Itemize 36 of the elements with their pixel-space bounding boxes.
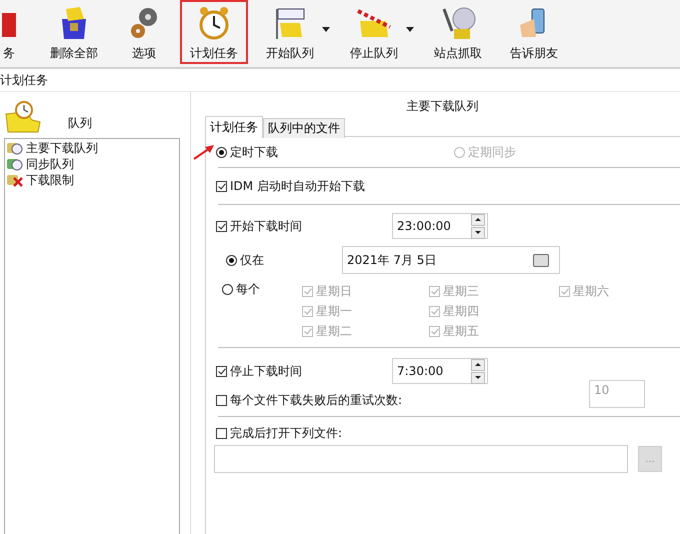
calendar-dropdown-icon[interactable] <box>533 254 549 266</box>
radio-button[interactable]: 每个 <box>222 281 260 298</box>
queue-title: 主要下载队列 <box>406 98 480 115</box>
queue-item[interactable]: 同步队列 <box>7 156 177 172</box>
globe-icon <box>440 5 476 41</box>
toolbar-button[interactable]: 删除全部 <box>40 0 108 64</box>
toolbar-button[interactable]: 计划任务 <box>180 0 248 64</box>
queue-item[interactable]: 下载限制 <box>7 172 177 188</box>
radio-button[interactable]: 定时下载 <box>216 144 278 160</box>
toolbar-button[interactable]: 停止队列 <box>340 0 408 64</box>
toolbar-button[interactable]: 告诉朋友 <box>500 0 568 64</box>
checkbox[interactable]: 停止下载时间 <box>216 362 392 380</box>
queues-title: 队列 <box>68 115 92 132</box>
checkbox[interactable]: 开始下载时间 <box>216 218 392 234</box>
queue-item[interactable]: 主要下载队列 <box>7 140 177 156</box>
date-field[interactable]: 2021年 7月 5日 <box>342 246 560 274</box>
annotation-arrow <box>193 144 215 160</box>
page-title: 计划任务 <box>0 69 680 92</box>
checkbox[interactable]: IDM 启动时自动开始下载 <box>216 178 365 194</box>
toolbar-button[interactable]: 开始队列 <box>256 0 324 64</box>
tab[interactable]: 队列中的文件 <box>263 118 345 138</box>
toolbar-button[interactable]: 务 <box>0 0 18 64</box>
toolbar-button[interactable]: 站点抓取 <box>424 0 492 64</box>
file-path-field[interactable] <box>214 445 628 473</box>
checkbox[interactable]: 完成后打开下列文件: <box>216 424 342 442</box>
caret-icon[interactable] <box>406 27 414 32</box>
tab[interactable]: 计划任务 <box>205 116 263 138</box>
spin-buttons[interactable] <box>471 358 485 384</box>
spin-buttons[interactable] <box>471 214 485 238</box>
radio-button[interactable]: 仅在 <box>226 252 264 268</box>
caret-icon[interactable] <box>322 27 330 32</box>
checkbox[interactable]: 每个文件下载失败后的重试次数: <box>216 392 402 408</box>
folder-cross-icon <box>7 173 23 187</box>
toolbar-button[interactable]: 选项 <box>116 0 172 64</box>
time-field[interactable]: 23:00:00 <box>392 213 488 239</box>
time-field[interactable]: 7:30:00 <box>392 358 488 384</box>
